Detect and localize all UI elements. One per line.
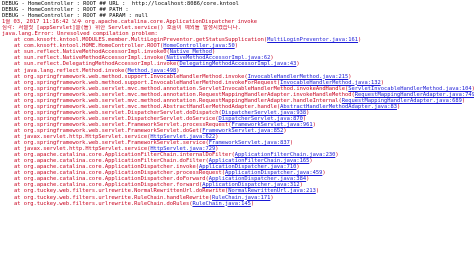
console-output: DEBUG - HomeController : ROOT ## URL : h… (0, 0, 474, 258)
stack-frame-close: ) (335, 152, 339, 159)
stack-frame-close: ) (283, 127, 287, 134)
stack-frame-close: ) (461, 97, 466, 104)
stack-frame-close: ) (312, 121, 316, 128)
source-link[interactable]: FrameworkServlet.java:837 (209, 140, 290, 146)
stack-frame-close: ) (270, 194, 274, 201)
stack-frame-close: ) (234, 43, 238, 50)
stack-frame-close: ) (322, 170, 326, 177)
stack-frame-close: ) (250, 200, 255, 207)
stack-frame-close: ) (296, 61, 300, 68)
stack-frame-close: ) (306, 109, 310, 116)
stack-trace: at com.knsoft.kntool.MODULES.member.Mult… (2, 37, 474, 206)
stack-frame-method: at org.tuckey.web.filters.urlrewrite.Rul… (14, 200, 193, 207)
stack-frame-close: ) (315, 188, 320, 195)
source-link[interactable]: MultiLoginPreventor.java:161 (267, 37, 358, 43)
stack-frame-close: ) (396, 103, 401, 110)
stack-frame-close: ) (358, 37, 362, 44)
stack-frame-close: ) (309, 158, 313, 165)
stack-frame: at org.tuckey.web.filters.urlrewrite.Rul… (2, 201, 474, 207)
source-link[interactable]: RuleChain.java:145 (193, 201, 251, 207)
source-link[interactable]: DelegatingMethodAccessorImpl.java:43 (180, 61, 297, 67)
stack-frame-close: ) (289, 140, 294, 147)
stack-frame-close: ) (306, 176, 310, 183)
